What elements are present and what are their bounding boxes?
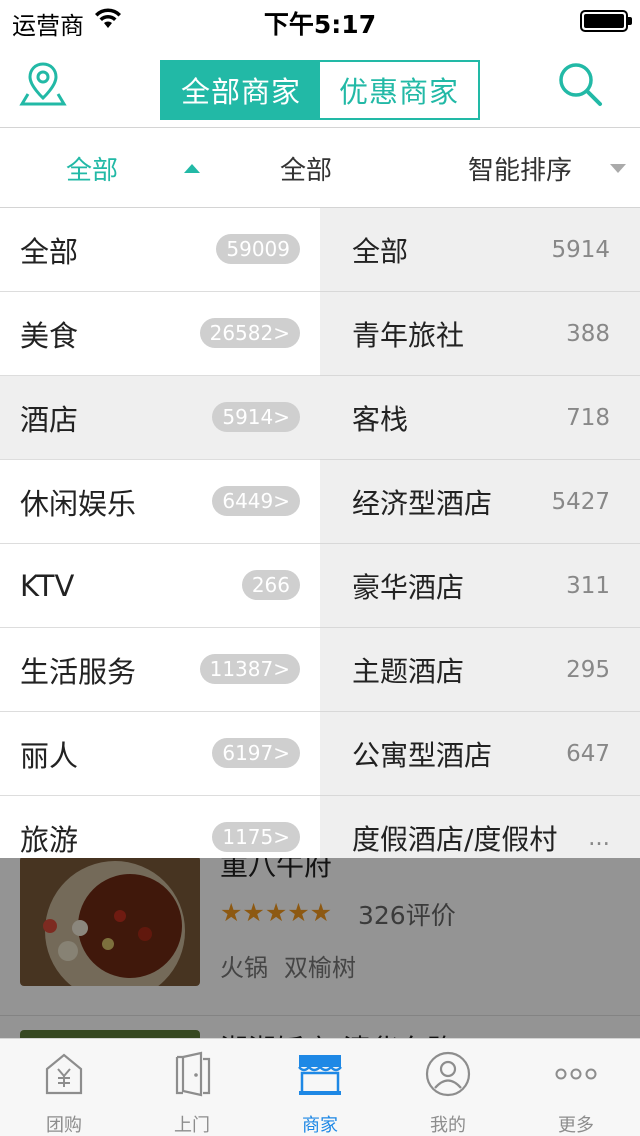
count-badge: 59009 bbox=[216, 234, 300, 264]
subcategory-item[interactable]: 主题酒店 295 bbox=[320, 628, 640, 712]
merchant-segmented-control: 全部商家 优惠商家 bbox=[160, 60, 480, 120]
filter-bar: 全部 全部 智能排序 bbox=[0, 128, 640, 208]
category-label: 旅游 bbox=[20, 823, 79, 857]
caret-up-icon bbox=[184, 164, 200, 173]
tuangou-icon bbox=[45, 1053, 83, 1095]
tab-door[interactable]: 上门 bbox=[128, 1039, 256, 1136]
tab-label: 商家 bbox=[302, 1115, 338, 1136]
subcategory-label: 青年旅社 bbox=[352, 319, 465, 352]
count-badge: 6449> bbox=[212, 486, 300, 516]
category-item[interactable]: 休闲娱乐 6449> bbox=[0, 460, 320, 544]
subcategory-item[interactable]: 全部 5914 bbox=[320, 208, 640, 292]
tab-profile[interactable]: 我的 bbox=[384, 1039, 512, 1136]
category-dropdown: 全部 59009 美食 26582> 酒店 5914> 休闲娱乐 6449> KTV 266 生活服… bbox=[0, 208, 640, 858]
subcategory-label: 度假酒店/度假村 bbox=[352, 823, 558, 856]
filter-area[interactable]: 全部 bbox=[280, 128, 332, 208]
category-item[interactable]: 丽人 6197> bbox=[0, 712, 320, 796]
subcategory-item[interactable]: 公寓型酒店 647 bbox=[320, 712, 640, 796]
subcategory-label: 客栈 bbox=[352, 403, 409, 436]
store-icon bbox=[298, 1055, 342, 1095]
subcategory-count: 311 bbox=[566, 573, 610, 599]
door-icon bbox=[175, 1051, 211, 1097]
category-label: 美食 bbox=[20, 319, 79, 353]
tab-label: 团购 bbox=[46, 1115, 82, 1136]
segment-all-merchants[interactable]: 全部商家 bbox=[162, 62, 320, 118]
subcategory-label: 全部 bbox=[352, 235, 409, 268]
category-item[interactable]: 全部 59009 bbox=[0, 208, 320, 292]
nav-bar: 全部商家 优惠商家 bbox=[0, 40, 640, 128]
subcategory-item[interactable]: 经济型酒店 5427 bbox=[320, 460, 640, 544]
subcategory-label: 豪华酒店 bbox=[352, 571, 465, 604]
subcategory-label: 经济型酒店 bbox=[352, 487, 493, 520]
battery-icon bbox=[580, 10, 632, 32]
subcategory-list: 全部 5914 青年旅社 388 客栈 718 经济型酒店 5427 豪华酒店 311 主题酒店 29… bbox=[320, 208, 640, 858]
subcategory-label: 主题酒店 bbox=[352, 655, 465, 688]
category-item[interactable]: 生活服务 11387> bbox=[0, 628, 320, 712]
subcategory-count: 5914 bbox=[551, 237, 610, 263]
count-badge: 5914> bbox=[212, 402, 300, 432]
status-bar: 运营商 下午5:17 bbox=[0, 0, 640, 40]
caret-down-icon bbox=[610, 164, 626, 173]
tab-more[interactable]: 更多 bbox=[512, 1039, 640, 1136]
category-item[interactable]: KTV 266 bbox=[0, 544, 320, 628]
subcategory-label: 公寓型酒店 bbox=[352, 739, 493, 772]
more-icon bbox=[555, 1068, 597, 1080]
search-icon[interactable] bbox=[556, 60, 604, 108]
segment-discount-merchants[interactable]: 优惠商家 bbox=[320, 62, 478, 118]
category-label: 丽人 bbox=[20, 739, 79, 773]
tab-store[interactable]: 商家 bbox=[256, 1039, 384, 1136]
subcategory-item[interactable]: 客栈 718 bbox=[320, 376, 640, 460]
tab-label: 我的 bbox=[430, 1115, 466, 1136]
subcategory-count: ... bbox=[588, 825, 610, 851]
subcategory-count: 647 bbox=[566, 741, 610, 767]
category-item[interactable]: 美食 26582> bbox=[0, 292, 320, 376]
clock: 下午5:17 bbox=[263, 10, 377, 39]
tab-label: 上门 bbox=[174, 1115, 210, 1136]
tab-bar: 团购 上门 商家 我的 更多 bbox=[0, 1038, 640, 1136]
category-item[interactable]: 酒店 5914> bbox=[0, 376, 320, 460]
tab-label: 更多 bbox=[558, 1115, 594, 1136]
tab-tuangou[interactable]: 团购 bbox=[0, 1039, 128, 1136]
count-badge: 1175> bbox=[212, 822, 300, 852]
category-label: 酒店 bbox=[20, 403, 79, 437]
subcategory-item[interactable]: 度假酒店/度假村... bbox=[320, 796, 640, 858]
category-label: 生活服务 bbox=[20, 655, 137, 689]
count-badge: 11387> bbox=[199, 654, 300, 684]
count-badge: 26582> bbox=[199, 318, 300, 348]
subcategory-item[interactable]: 豪华酒店 311 bbox=[320, 544, 640, 628]
category-label: KTV bbox=[20, 569, 75, 603]
subcategory-count: 388 bbox=[566, 321, 610, 347]
count-badge: 266 bbox=[241, 570, 300, 600]
subcategory-count: 295 bbox=[566, 657, 610, 683]
category-label: 全部 bbox=[20, 235, 79, 269]
subcategory-count: 718 bbox=[566, 405, 610, 431]
subcategory-count: 5427 bbox=[551, 489, 610, 515]
category-list: 全部 59009 美食 26582> 酒店 5914> 休闲娱乐 6449> KTV 266 生活服… bbox=[0, 208, 320, 858]
profile-icon bbox=[425, 1051, 471, 1097]
count-badge: 6197> bbox=[212, 738, 300, 768]
subcategory-item[interactable]: 青年旅社 388 bbox=[320, 292, 640, 376]
filter-category[interactable]: 全部 bbox=[66, 128, 118, 208]
category-label: 休闲娱乐 bbox=[20, 487, 137, 521]
category-item[interactable]: 旅游 1175> bbox=[0, 796, 320, 858]
filter-sort[interactable]: 智能排序 bbox=[468, 128, 572, 208]
location-pin-icon[interactable] bbox=[18, 58, 68, 108]
